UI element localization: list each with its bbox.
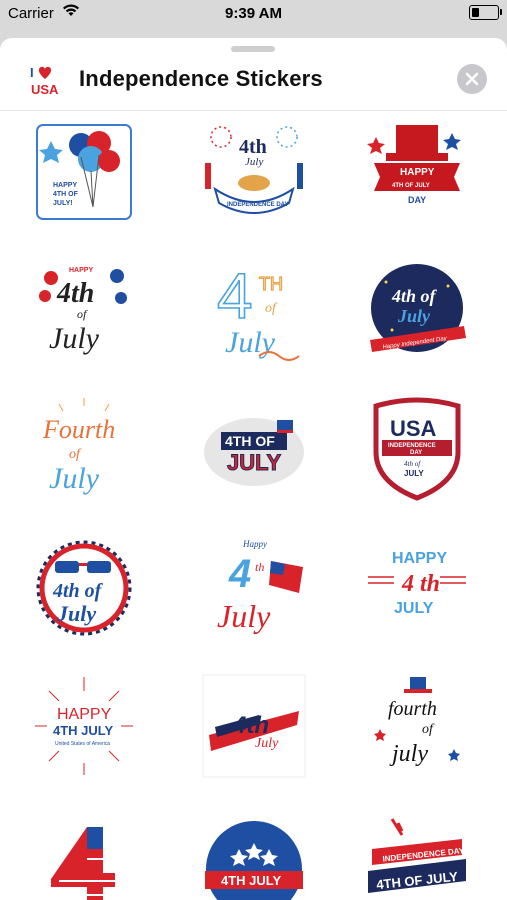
battery-level	[472, 8, 480, 17]
status-bar: Carrier 9:39 AM	[0, 0, 507, 28]
sticker-happy-lines[interactable]: HAPPY 4 th JULY	[362, 533, 472, 643]
svg-text:July: July	[225, 326, 276, 359]
sticker-happy-flag[interactable]: Happy 4 th July	[199, 533, 309, 643]
battery-icon	[469, 5, 502, 20]
svg-text:4TH OF: 4TH OF	[53, 191, 79, 198]
svg-text:th: th	[255, 560, 264, 574]
svg-text:4TH JULY: 4TH JULY	[53, 723, 114, 738]
svg-text:4: 4	[217, 260, 253, 332]
svg-text:4th: 4th	[232, 712, 269, 739]
svg-text:4th: 4th	[239, 136, 267, 158]
app-icon-label: USA	[31, 82, 59, 97]
svg-text:JULY: JULY	[394, 600, 434, 617]
svg-text:July: July	[56, 601, 96, 626]
svg-text:United States of America: United States of America	[55, 741, 110, 747]
sticker-usa-shield[interactable]: USA INDEPENDENCE DAY 4th of JULY	[362, 394, 472, 504]
svg-text:HAPPY: HAPPY	[57, 706, 112, 723]
svg-text:4: 4	[228, 552, 251, 596]
sticker-fourth-script[interactable]: Fourth of July	[29, 394, 139, 504]
svg-text:July: July	[397, 306, 431, 326]
sticker-brush[interactable]: 4th July	[199, 671, 309, 781]
sticker-flag-4[interactable]	[29, 809, 139, 900]
sticker-navy-circle[interactable]: 4th of July Happy Independent Day	[362, 256, 472, 366]
svg-text:USA: USA	[390, 416, 437, 441]
sticker-stars-badge[interactable]: 4TH JULY	[199, 809, 309, 900]
app-title: Independence Stickers	[79, 66, 323, 91]
svg-text:July: July	[245, 156, 263, 168]
svg-text:DAY: DAY	[408, 195, 426, 205]
svg-text:INDEPENDENCE: INDEPENDENCE	[388, 443, 436, 449]
svg-text:of: of	[265, 301, 278, 316]
svg-text:DAY: DAY	[410, 450, 422, 456]
svg-text:4th: 4th	[56, 278, 94, 309]
svg-text:JULY: JULY	[404, 469, 424, 478]
svg-text:4th of: 4th of	[404, 460, 421, 468]
usa-heart-app-icon: I USA	[27, 63, 63, 99]
close-button[interactable]	[457, 64, 487, 94]
sticker-burst[interactable]: HAPPY 4TH JULY United States of America	[29, 671, 139, 781]
sticker-independence-banner[interactable]: INDEPENDENCE DAY 4TH OF JULY	[362, 809, 472, 900]
clock: 9:39 AM	[225, 5, 282, 22]
sticker-hat[interactable]: HAPPY 4TH OF JULY DAY	[362, 119, 472, 229]
svg-text:July: July	[49, 462, 100, 495]
svg-text:HAPPY: HAPPY	[392, 550, 447, 567]
svg-text:of: of	[422, 722, 435, 737]
sticker-fourth-hat[interactable]: fourth of july	[362, 671, 472, 781]
svg-text:Fourth: Fourth	[42, 415, 115, 444]
svg-text:july: july	[389, 741, 428, 767]
svg-text:of: of	[77, 307, 88, 321]
svg-text:July: July	[217, 598, 271, 634]
svg-text:I: I	[30, 65, 34, 80]
svg-text:JULY!: JULY!	[53, 200, 73, 207]
svg-text:TH: TH	[259, 274, 283, 294]
close-x-icon	[465, 72, 479, 86]
svg-text:4TH JULY: 4TH JULY	[221, 873, 282, 888]
svg-text:HAPPY: HAPPY	[53, 182, 77, 189]
sticker-4th-script[interactable]: HAPPY 4th of July	[29, 256, 139, 366]
sticker-sunglasses[interactable]: 4th of July	[29, 533, 139, 643]
svg-text:INDEPENDENCE DAY: INDEPENDENCE DAY	[227, 202, 288, 208]
svg-text:of: of	[69, 447, 82, 462]
sticker-4th-badge[interactable]: 4TH OF JULY	[199, 394, 309, 504]
svg-text:July: July	[255, 736, 279, 751]
svg-text:4TH OF JULY: 4TH OF JULY	[392, 183, 430, 189]
sticker-outline-4th[interactable]: 4 TH of July	[199, 256, 309, 366]
svg-text:4th of: 4th of	[391, 286, 438, 306]
svg-text:4TH OF: 4TH OF	[225, 433, 275, 449]
svg-text:4th of: 4th of	[52, 580, 104, 602]
sticker-balloons[interactable]: HAPPY 4TH OF JULY!	[29, 119, 139, 229]
sticker-pie[interactable]: 4th July INDEPENDENCE DAY	[199, 119, 309, 229]
sheet-header: I USA Independence Stickers	[0, 52, 507, 111]
svg-text:HAPPY: HAPPY	[400, 167, 435, 178]
svg-text:4 th: 4 th	[401, 571, 440, 597]
svg-text:JULY: JULY	[227, 450, 282, 475]
svg-text:July: July	[49, 322, 100, 355]
svg-text:fourth: fourth	[388, 698, 437, 720]
sticker-sheet: I USA Independence Stickers HAPPY 4TH OF…	[0, 38, 507, 900]
svg-text:HAPPY: HAPPY	[69, 267, 93, 274]
svg-text:Happy: Happy	[242, 539, 267, 549]
